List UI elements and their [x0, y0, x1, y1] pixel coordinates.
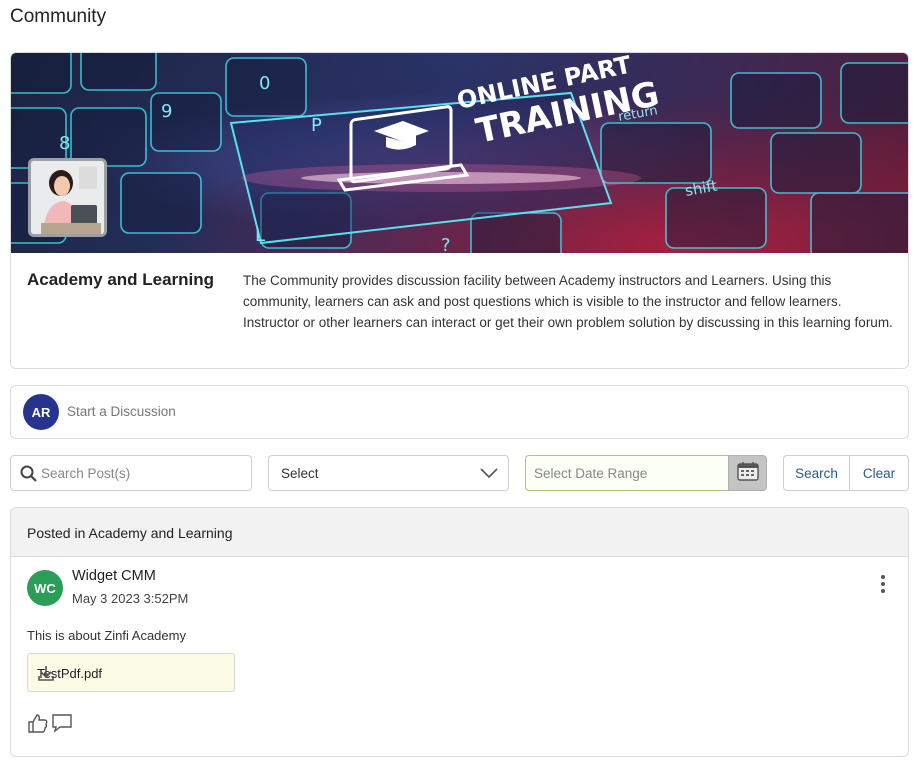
svg-text:L: L — [255, 225, 265, 246]
community-banner-image: 8 9 0 P L ? shift return ONLINE PART TRA… — [11, 53, 908, 253]
thumbs-up-icon[interactable] — [27, 712, 49, 739]
filter-select-value: Select — [281, 466, 319, 481]
search-posts-input[interactable] — [41, 456, 246, 490]
post-body: This is about Zinfi Academy — [27, 628, 186, 643]
svg-text:P: P — [311, 115, 322, 136]
community-avatar-photo — [28, 158, 107, 237]
search-clear-group: Search Clear — [783, 455, 909, 491]
search-button[interactable]: Search — [784, 456, 850, 490]
community-name: Academy and Learning — [27, 270, 215, 289]
community-description: The Community provides discussion facili… — [243, 273, 893, 330]
posted-in-label: Posted in Academy and Learning — [27, 525, 233, 541]
post-timestamp: May 3 2023 3:52PM — [72, 591, 189, 606]
svg-text:9: 9 — [161, 101, 172, 122]
author-avatar: WC — [27, 570, 63, 606]
search-icon — [20, 465, 37, 487]
post-header: Posted in Academy and Learning — [11, 508, 908, 557]
svg-text:?: ? — [441, 235, 451, 253]
svg-text:0: 0 — [259, 73, 270, 94]
comment-icon[interactable] — [51, 712, 73, 739]
reaction-bar — [27, 712, 73, 739]
user-avatar: AR — [23, 394, 59, 430]
date-range-input[interactable]: Select Date Range — [525, 455, 729, 491]
post-card: Posted in Academy and Learning WC Widget… — [10, 507, 909, 757]
date-range-picker[interactable]: Select Date Range — [525, 455, 767, 491]
start-discussion-box[interactable]: AR Start a Discussion — [10, 385, 909, 439]
calendar-button[interactable] — [728, 455, 767, 491]
post-author: Widget CMM — [72, 568, 156, 584]
chevron-down-icon — [480, 466, 498, 485]
filter-select[interactable]: Select — [268, 455, 509, 491]
svg-text:8: 8 — [59, 133, 70, 154]
calendar-icon — [736, 461, 759, 486]
page-title: Community — [10, 6, 107, 27]
download-icon[interactable] — [37, 664, 226, 685]
start-discussion-placeholder[interactable]: Start a Discussion — [67, 404, 176, 419]
kebab-menu-icon[interactable] — [878, 575, 888, 599]
date-range-placeholder: Select Date Range — [534, 466, 648, 481]
search-posts-field[interactable] — [10, 455, 252, 491]
clear-button[interactable]: Clear — [850, 456, 908, 490]
attachment-item[interactable]: TestPdf.pdf — [27, 653, 235, 692]
community-hero-card: 8 9 0 P L ? shift return ONLINE PART TRA… — [10, 52, 909, 369]
